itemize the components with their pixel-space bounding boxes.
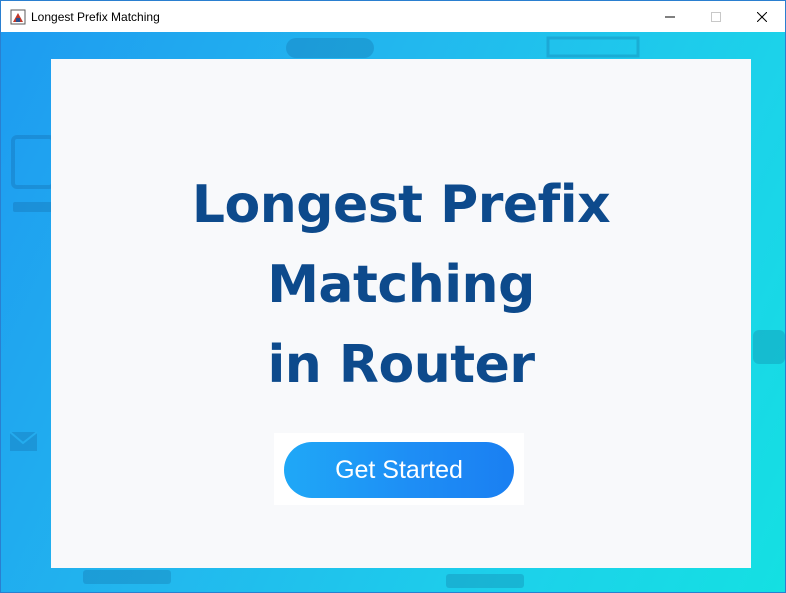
welcome-card: Longest Prefix Matching in Router Get St… xyxy=(51,59,751,568)
page-title: Longest Prefix Matching in Router xyxy=(51,165,751,405)
title-line-3: in Router xyxy=(267,335,535,395)
title-line-2: Matching xyxy=(267,255,535,315)
title-line-1: Longest Prefix xyxy=(191,175,611,235)
close-button[interactable] xyxy=(739,1,785,32)
app-window: Longest Prefix Matching Longest Prefix M… xyxy=(0,0,786,593)
button-container: Get Started xyxy=(274,433,524,505)
minimize-button[interactable] xyxy=(647,1,693,32)
java-app-icon xyxy=(10,9,26,25)
window-controls xyxy=(647,1,785,32)
monitor-icon xyxy=(546,36,640,58)
server-icon xyxy=(446,574,524,588)
get-started-button[interactable]: Get Started xyxy=(284,442,514,498)
maximize-button[interactable] xyxy=(693,1,739,32)
server-icon xyxy=(286,38,374,58)
router-icon xyxy=(753,330,785,364)
envelope-icon xyxy=(9,431,38,451)
server-icon xyxy=(83,570,171,584)
minimize-icon xyxy=(665,16,675,17)
close-icon xyxy=(757,11,767,22)
maximize-icon xyxy=(711,11,721,22)
title-bar[interactable]: Longest Prefix Matching xyxy=(1,1,785,32)
background-panel: Longest Prefix Matching in Router Get St… xyxy=(1,32,785,592)
window-title: Longest Prefix Matching xyxy=(31,9,160,24)
